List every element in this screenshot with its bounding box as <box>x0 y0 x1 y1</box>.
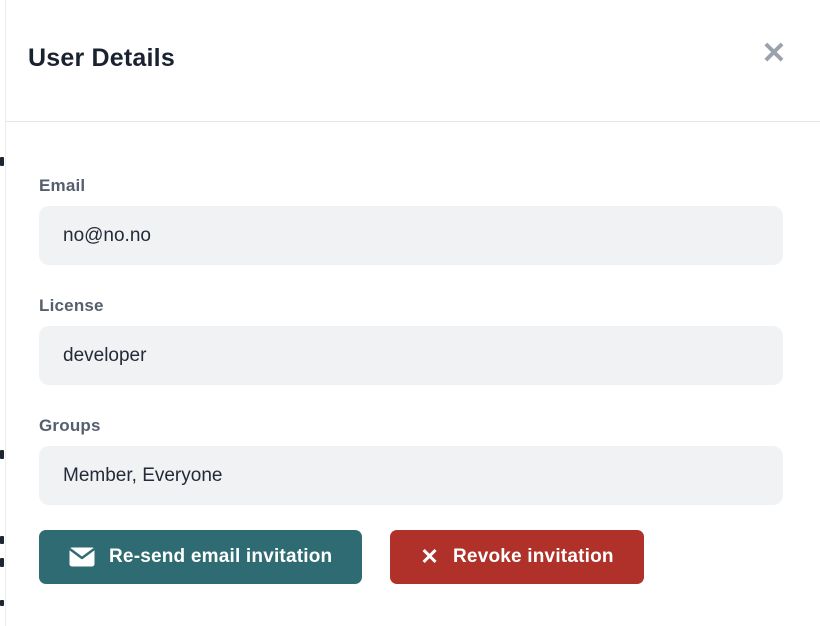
groups-field-group: Groups <box>39 416 787 505</box>
modal-header: User Details ✕ <box>6 0 820 122</box>
modal-actions: Re-send email invitation ✕ Revoke invita… <box>39 530 787 584</box>
email-field-group: Email <box>39 176 787 265</box>
modal-title: User Details <box>28 44 175 73</box>
license-field-group: License <box>39 296 787 385</box>
background-content-sliver <box>0 450 4 459</box>
page-background: User Details ✕ Email License Groups <box>0 0 820 626</box>
background-content-sliver <box>0 536 4 544</box>
background-content-sliver <box>0 157 4 166</box>
email-label: Email <box>39 176 787 196</box>
resend-invitation-label: Re-send email invitation <box>109 546 332 568</box>
modal-body: Email License Groups <box>6 122 820 584</box>
groups-field[interactable] <box>39 446 783 505</box>
resend-invitation-button[interactable]: Re-send email invitation <box>39 530 362 584</box>
background-content-sliver <box>0 558 4 567</box>
x-icon: ✕ <box>420 546 439 568</box>
email-field[interactable] <box>39 206 783 265</box>
groups-label: Groups <box>39 416 787 436</box>
close-icon[interactable]: ✕ <box>756 36 792 72</box>
license-label: License <box>39 296 787 316</box>
revoke-invitation-label: Revoke invitation <box>453 546 614 568</box>
revoke-invitation-button[interactable]: ✕ Revoke invitation <box>390 530 643 584</box>
background-content-sliver <box>0 600 4 606</box>
envelope-icon <box>69 547 95 567</box>
user-details-modal: User Details ✕ Email License Groups <box>5 0 820 626</box>
license-field[interactable] <box>39 326 783 385</box>
